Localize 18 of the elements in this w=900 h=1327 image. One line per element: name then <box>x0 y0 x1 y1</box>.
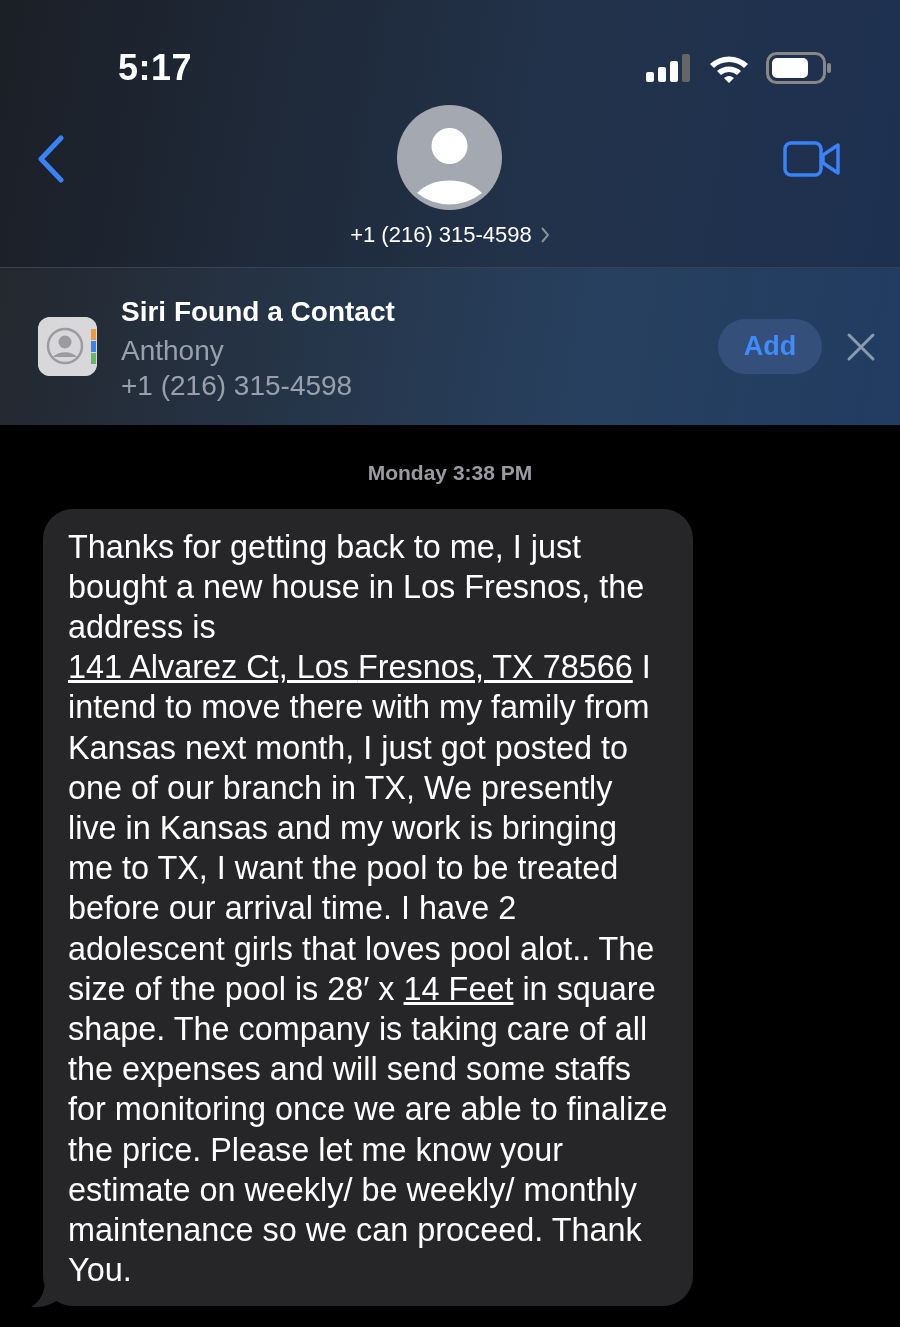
message-timestamp: Monday 3:38 PM <box>366 460 534 486</box>
suggested-phone: +1 (216) 315-4598 <box>121 368 354 403</box>
message-text: Thanks for getting back to me, I just bought a new house in Los Fresnos, the address is 141 Alvarez Ct, Los Fresnos, TX 78566 I intend to move there with my family from Kansas next month, I just got posted to one of our branch in TX, We presently live in Kansas and my work is bringing me to TX, I want the pool to be treated before our arrival time. I have 2 adolescent girls that loves pool alot.. The size of the pool is 28′ x 14 Feet in square shape. The company is taking care of all the expenses and will send some staffs for monitoring once we are able to finalize the price. Please let me know your estimate on weekly/ be weekly/ monthly maintenance so we can proceed. Thank You. <box>68 527 669 1291</box>
suggested-name: Anthony <box>121 333 225 368</box>
status-time: 5:17 <box>118 45 193 90</box>
message-link[interactable]: Fresnos, TX 78566 <box>357 649 633 686</box>
banner-title: Siri Found a Contact <box>121 294 396 329</box>
signal-icon <box>646 53 692 82</box>
close-icon[interactable] <box>846 331 876 362</box>
chevron-icon[interactable] <box>539 225 550 244</box>
avatar-icon[interactable] <box>397 105 502 210</box>
contact-phone[interactable]: +1 (216) 315-4598 <box>350 218 532 251</box>
video-call-icon[interactable] <box>783 140 841 178</box>
contacts-app-icon <box>38 317 97 376</box>
message-link[interactable]: 141 Alvarez Ct, Los <box>68 649 358 686</box>
back-icon[interactable] <box>36 135 66 183</box>
battery-icon <box>766 51 832 84</box>
message-link[interactable]: 14 Feet <box>403 970 514 1007</box>
